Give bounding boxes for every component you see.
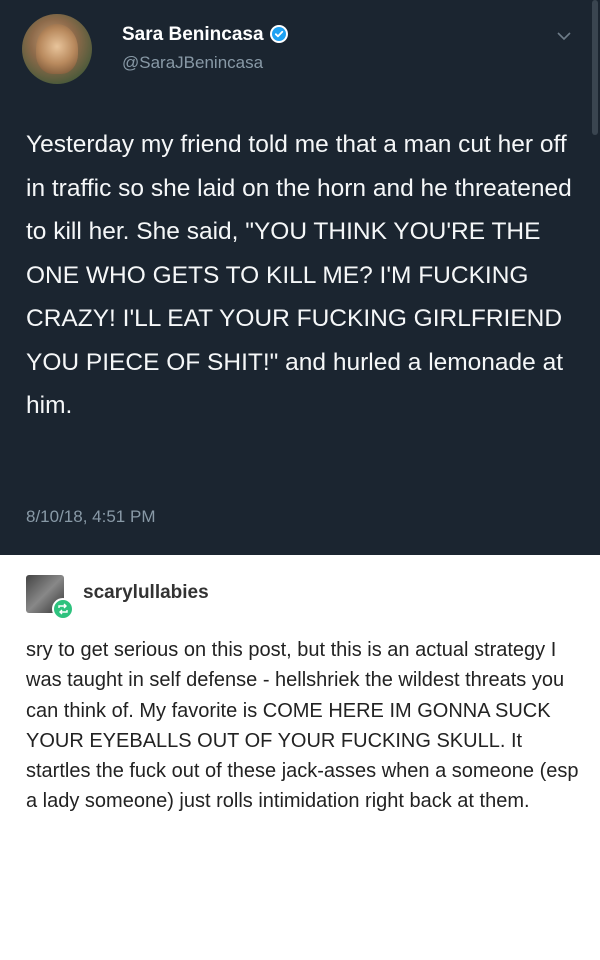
reblog-username[interactable]: scarylullabies xyxy=(83,582,209,604)
tweet-card: Sara Benincasa @SaraJBenincasa Yesterday… xyxy=(0,0,600,555)
tweet-text: Yesterday my friend told me that a man c… xyxy=(26,131,572,419)
reblog-text: sry to get serious on this post, but thi… xyxy=(26,639,579,813)
avatar[interactable] xyxy=(22,14,92,84)
chevron-down-icon[interactable] xyxy=(556,30,572,42)
verified-icon xyxy=(269,25,288,43)
reblog-post: scarylullabies sry to get serious on thi… xyxy=(0,555,600,960)
scrollbar[interactable] xyxy=(592,0,598,135)
tweet-timestamp[interactable]: 8/10/18, 4:51 PM xyxy=(26,507,155,527)
user-handle[interactable]: @SaraJBenincasa xyxy=(122,53,263,73)
reblog-icon xyxy=(52,598,74,620)
display-name-text[interactable]: Sara Benincasa xyxy=(122,24,264,45)
display-name[interactable]: Sara Benincasa xyxy=(122,24,288,46)
